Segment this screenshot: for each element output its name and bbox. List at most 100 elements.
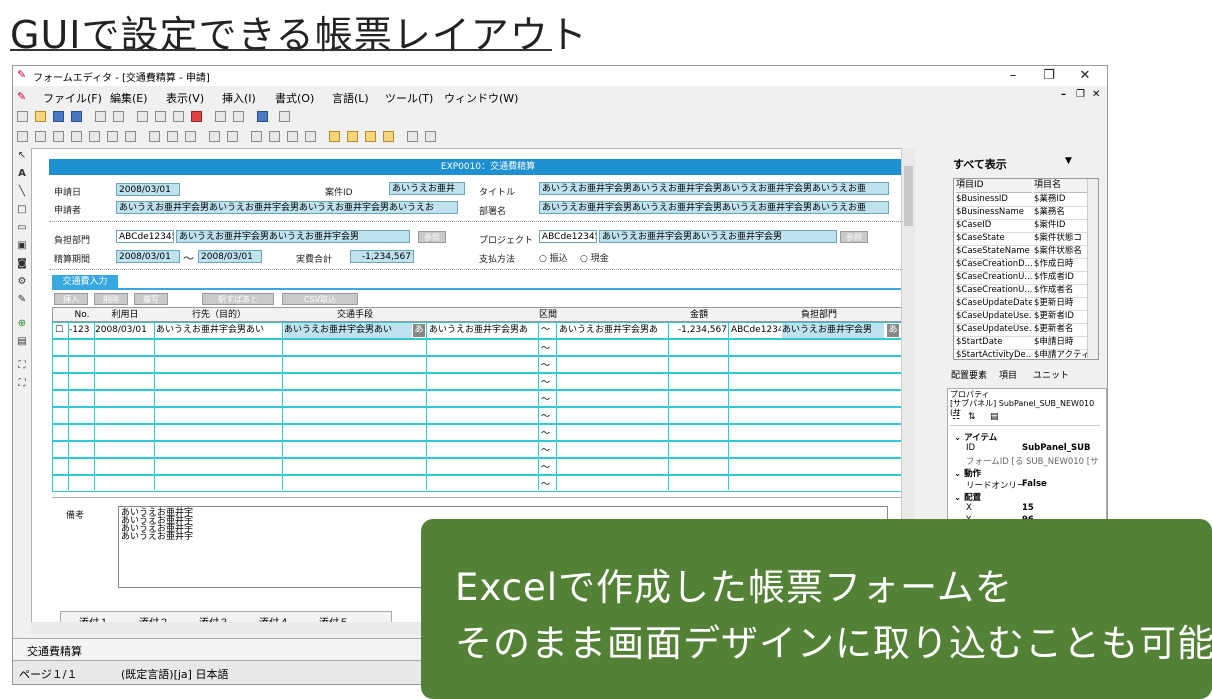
row-transport[interactable]: あいうえお亜井宇会男あい: [284, 323, 412, 338]
show-all-dropdown[interactable]: すべて表示: [953, 156, 1007, 172]
align-left-icon[interactable]: [17, 131, 28, 142]
list-item[interactable]: $StartDate $申請日時: [954, 336, 1088, 350]
same-height-icon[interactable]: [167, 131, 178, 142]
table-row[interactable]: ☐ -123 2008/03/01 あいうえお亜井宇会男あい あいうえお亜井宇会…: [52, 322, 912, 339]
text-tool-icon[interactable]: A: [16, 168, 28, 180]
table-row[interactable]: ～: [52, 356, 912, 373]
tab-units[interactable]: ユニット: [1033, 368, 1069, 381]
tab-layout-elements[interactable]: 配置要素: [951, 368, 987, 381]
pay-cash-radio[interactable]: ○ 現金: [580, 251, 609, 264]
mdi-minimize-button[interactable]: –: [1061, 89, 1066, 100]
menu-insert[interactable]: 挿入(I): [222, 90, 256, 106]
menu-window[interactable]: ウィンドウ(W): [444, 90, 518, 106]
list-item[interactable]: $BusinessID $業務ID: [954, 193, 1088, 207]
pen-tool-icon[interactable]: ✎: [16, 294, 28, 306]
list-item[interactable]: $CaseUpdateUse... $更新者ID: [954, 310, 1088, 324]
menu-language[interactable]: 言語(L): [332, 90, 369, 106]
align-center-icon[interactable]: [35, 131, 46, 142]
properties-icon[interactable]: [279, 111, 290, 122]
field-list-scrollbar[interactable]: [1087, 179, 1098, 359]
list-item[interactable]: $StartActivityDe... $申請アクティ: [954, 349, 1088, 359]
row-to[interactable]: あいうえお亜井宇会男あ: [559, 323, 667, 338]
transport-grid[interactable]: No. 利用日 行先（目的） 交通手段 区間 金額 負担部門 ☐ -123 20…: [52, 307, 912, 492]
tab-order-icon[interactable]: [425, 131, 436, 142]
pointer-icon[interactable]: ↖: [16, 150, 28, 162]
title-field[interactable]: あいうえお亜井宇会男あいうえお亜井宇会男あいうえお亜井宇会男あいうえお亜: [539, 182, 889, 195]
table-row[interactable]: ～: [52, 475, 912, 492]
minimize-button[interactable]: –: [999, 67, 1027, 85]
applicant-field[interactable]: あいうえお亜井宇会男あいうえお亜井宇会男あいうえお亜井宇会男あいうえお: [116, 201, 458, 214]
list-item[interactable]: $CaseUpdateUse... $更新者名: [954, 323, 1088, 337]
list-item[interactable]: $CaseCreationU... $作成者名: [954, 284, 1088, 298]
chevron-down-icon[interactable]: ▼: [1065, 156, 1072, 166]
new-icon[interactable]: [17, 111, 28, 122]
paste-icon[interactable]: [173, 111, 184, 122]
project-ref-button[interactable]: 参照: [840, 231, 868, 243]
close-button[interactable]: ✕: [1071, 67, 1099, 85]
space-horiz-inc-icon[interactable]: [269, 131, 280, 142]
restore-button[interactable]: ❐: [1035, 67, 1063, 85]
same-width-icon[interactable]: [149, 131, 160, 142]
table-row[interactable]: ～: [52, 339, 912, 356]
table-row[interactable]: ～: [52, 458, 912, 475]
center-horiz-icon[interactable]: [209, 131, 220, 142]
grid-icon[interactable]: [257, 111, 268, 122]
grid-copy-button[interactable]: 複写: [134, 293, 168, 305]
menu-edit[interactable]: 編集(E): [110, 90, 148, 106]
list-item[interactable]: $CaseState $案件状態コ: [954, 232, 1088, 246]
rounded-rect-tool-icon[interactable]: ▭: [16, 222, 28, 234]
prop-formid[interactable]: フォームID [る SUB_NEW010 [サ: [966, 455, 1099, 467]
tab-items[interactable]: 項目: [999, 368, 1017, 381]
grid-insert-button[interactable]: 挿入: [54, 293, 88, 305]
ekispert-button[interactable]: 駅すぱあと: [202, 293, 274, 305]
row-amount[interactable]: -1,234,567: [671, 323, 727, 338]
project-name-field[interactable]: あいうえお亜井宇会男あいうえお亜井宇会男: [599, 230, 837, 243]
center-vert-icon[interactable]: [227, 131, 238, 142]
list-item[interactable]: $CaseCreationD... $作成日時: [954, 258, 1088, 272]
tab-transport-input[interactable]: 交通費入力: [52, 275, 118, 289]
align-right-icon[interactable]: [53, 131, 64, 142]
menu-view[interactable]: 表示(V): [166, 90, 204, 106]
table-row[interactable]: ～: [52, 441, 912, 458]
bring-front-icon[interactable]: [329, 131, 340, 142]
mdi-close-button[interactable]: ✕: [1092, 89, 1100, 100]
line-tool-icon[interactable]: ╲: [16, 186, 28, 198]
csv-import-button[interactable]: CSV取込: [282, 293, 358, 305]
forward-icon[interactable]: [365, 131, 376, 142]
gear-tool-icon[interactable]: ⚙: [16, 276, 28, 288]
list-item[interactable]: $CaseCreationU... $作成者ID: [954, 271, 1088, 285]
add-tool-icon[interactable]: ⊕: [16, 318, 28, 330]
undo-icon[interactable]: [95, 111, 106, 122]
list-item[interactable]: $CaseUpdateDate $更新日時: [954, 297, 1088, 311]
copy-icon[interactable]: [155, 111, 166, 122]
prop-id-value[interactable]: SubPanel_SUB: [1022, 443, 1090, 453]
dept-select-button[interactable]: あ: [887, 324, 899, 337]
apply-date-field[interactable]: 2008/03/01: [116, 183, 180, 196]
open-icon[interactable]: [35, 111, 46, 122]
row-date[interactable]: 2008/03/01: [95, 323, 153, 338]
row-dept-name[interactable]: あいうえお亜井宇会男: [782, 323, 884, 338]
sort-category-icon[interactable]: ☷: [952, 412, 960, 422]
cut-icon[interactable]: [137, 111, 148, 122]
space-vert-icon[interactable]: [287, 131, 298, 142]
menu-file[interactable]: ファイル(F): [43, 90, 102, 106]
save-all-icon[interactable]: [71, 111, 82, 122]
row-from[interactable]: あいうえお亜井宇会男あ: [429, 323, 537, 338]
ungroup-tool-icon[interactable]: ⛶: [16, 378, 28, 390]
list-item[interactable]: $CaseID $案件ID: [954, 219, 1088, 233]
list-item[interactable]: $CaseStateName $案件状態名: [954, 245, 1088, 259]
align-bottom-icon[interactable]: [107, 131, 118, 142]
image-tool-icon[interactable]: ▣: [16, 240, 28, 252]
prop-x-value[interactable]: 15: [1022, 503, 1034, 513]
table-row[interactable]: ～: [52, 424, 912, 441]
cost-dept-ref-button[interactable]: 参照: [418, 231, 446, 243]
table-row[interactable]: ～: [52, 407, 912, 424]
scroll-thumb[interactable]: [904, 166, 913, 226]
cost-dept-code-field[interactable]: ABCde12345A: [116, 230, 174, 243]
table-row[interactable]: ～: [52, 390, 912, 407]
field-tool-icon[interactable]: ◙: [16, 258, 28, 270]
total-field[interactable]: -1,234,567: [350, 250, 414, 263]
dept-field[interactable]: あいうえお亜井宇会男あいうえお亜井宇会男あいうえお亜井宇会男あいうえお亜: [539, 201, 889, 214]
table-row[interactable]: ～: [52, 373, 912, 390]
align-top-icon[interactable]: [71, 131, 82, 142]
